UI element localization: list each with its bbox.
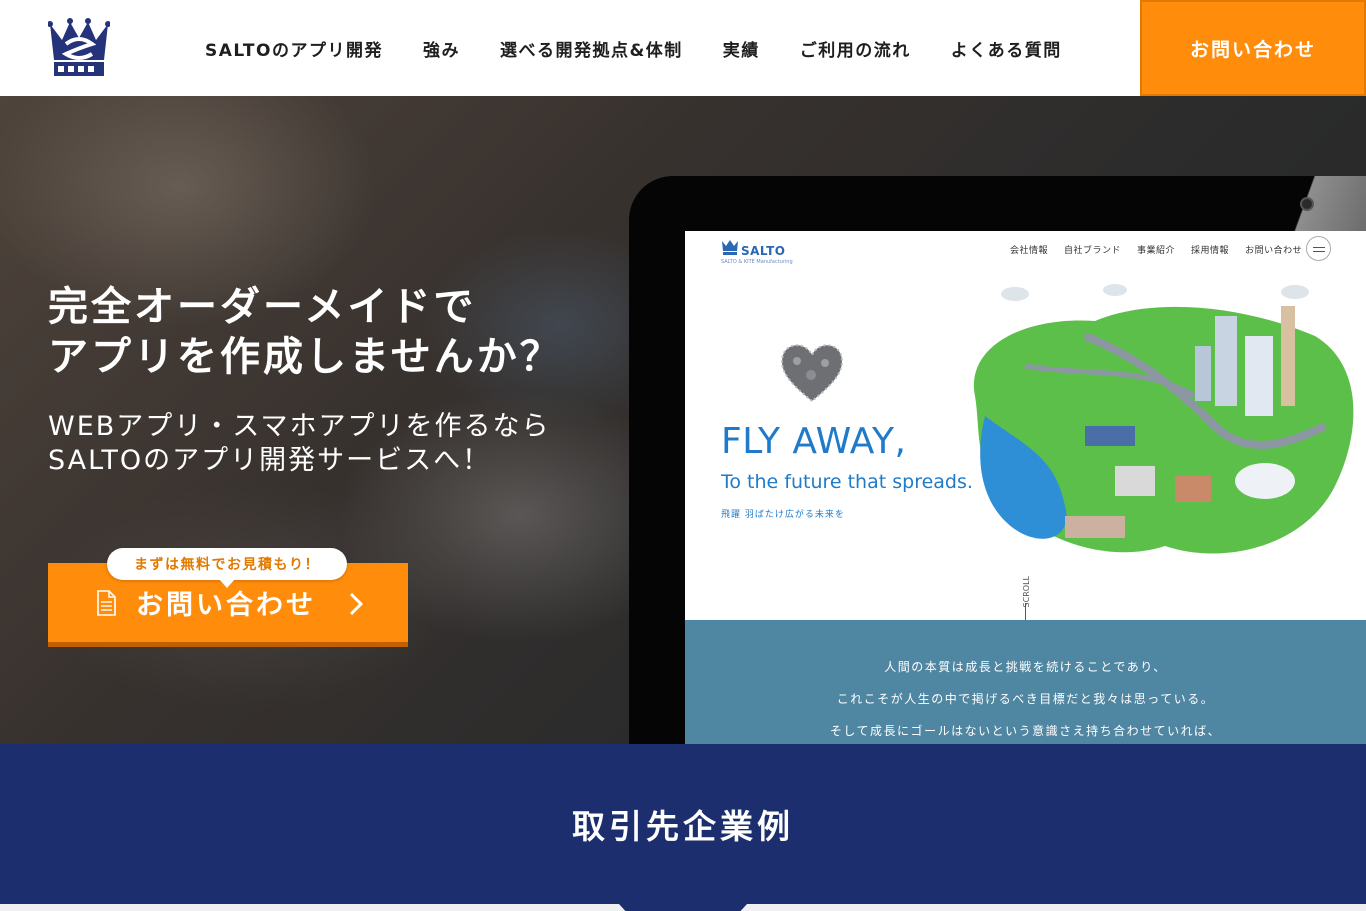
mockup-crown-icon xyxy=(722,240,738,255)
hero-section: 完全オーダーメイドで アプリを作成しませんか？ WEBアプリ・スマホアプリを作る… xyxy=(0,96,1366,744)
mockup-logo-text: SALTO xyxy=(741,244,786,258)
nav-item-app-development[interactable]: SALTOのアプリ開発 xyxy=(205,36,383,61)
chevron-right-icon xyxy=(349,592,364,616)
mockup-nav: 会社情報 自社ブランド 事業紹介 採用情報 お問い合わせ xyxy=(1010,243,1318,256)
mockup-message-line: 人間の本質は成長と挑戦を続けることであり、 xyxy=(884,660,1167,674)
section-notch xyxy=(619,904,747,911)
mockup-nav-item: 会社情報 xyxy=(1010,246,1049,256)
hero-cta: まずは無料でお見積もり！ お問い合わせ xyxy=(48,548,408,648)
hero-subtitle: WEBアプリ・スマホアプリを作るなら SALTOのアプリ開発サービスへ！ xyxy=(48,411,551,476)
heart-mosaic-icon xyxy=(781,344,843,403)
mockup-message-line: これこそが人生の中で掲げるべき目標だと我々は思っている。 xyxy=(836,692,1215,706)
mockup-logo-tagline: SALTO & KITE Manufacturing xyxy=(721,259,793,265)
nav-item-flow[interactable]: ご利用の流れ xyxy=(800,36,911,61)
camera-icon xyxy=(1300,197,1314,211)
scroll-indicator: SCROLL xyxy=(1022,576,1031,608)
nav-item-results[interactable]: 実績 xyxy=(723,36,760,61)
mockup-japanese-tagline: 飛躍 羽ばたけ広がる未来を xyxy=(721,510,845,520)
mockup-headline: FLY AWAY, xyxy=(721,421,907,462)
mockup-message-band: 人間の本質は成長と挑戦を続けることであり、 これこそが人生の中で掲げるべき目標だ… xyxy=(685,620,1366,744)
city-island-illustration xyxy=(973,284,1354,554)
site-header: SALTOのアプリ開発 強み 選べる開発拠点&体制 実績 ご利用の流れ よくある… xyxy=(0,0,1366,96)
mockup-nav-item: お問い合わせ xyxy=(1245,246,1303,256)
free-estimate-bubble: まずは無料でお見積もり！ xyxy=(107,548,347,588)
mockup-header: SALTO SALTO & KITE Manufacturing 会社情報 自社… xyxy=(685,231,1366,271)
nav-item-faq[interactable]: よくある質問 xyxy=(951,36,1062,61)
mockup-menu-icon xyxy=(1306,236,1331,261)
main-nav: SALTOのアプリ開発 強み 選べる開発拠点&体制 実績 ご利用の流れ よくある… xyxy=(205,0,1062,96)
mockup-nav-item: 採用情報 xyxy=(1191,246,1230,256)
clients-title: 取引先企業例 xyxy=(572,807,794,846)
scroll-line xyxy=(1025,603,1026,621)
crown-s-logo-icon[interactable] xyxy=(48,18,110,78)
tablet-mockup: SALTO SALTO & KITE Manufacturing 会社情報 自社… xyxy=(629,176,1366,744)
nav-item-bases-structure[interactable]: 選べる開発拠点&体制 xyxy=(500,36,683,61)
hero-title: 完全オーダーメイドで アプリを作成しませんか？ xyxy=(48,284,563,380)
tablet-glare xyxy=(1269,176,1366,231)
mockup-subheadline: To the future that spreads. xyxy=(721,471,973,493)
header-contact-button[interactable]: お問い合わせ xyxy=(1140,0,1366,96)
hero-contact-label: お問い合わせ xyxy=(136,590,316,621)
nav-item-strengths[interactable]: 強み xyxy=(423,36,460,61)
document-icon xyxy=(97,589,116,616)
mockup-nav-item: 自社ブランド xyxy=(1064,246,1122,256)
mockup-nav-item: 事業紹介 xyxy=(1137,246,1176,256)
tablet-screen: SALTO SALTO & KITE Manufacturing 会社情報 自社… xyxy=(685,231,1366,744)
clients-section: 取引先企業例 xyxy=(0,744,1366,904)
mockup-message-line: そして成長にゴールはないという意識さえ持ち合わせていれば、 xyxy=(829,724,1222,738)
